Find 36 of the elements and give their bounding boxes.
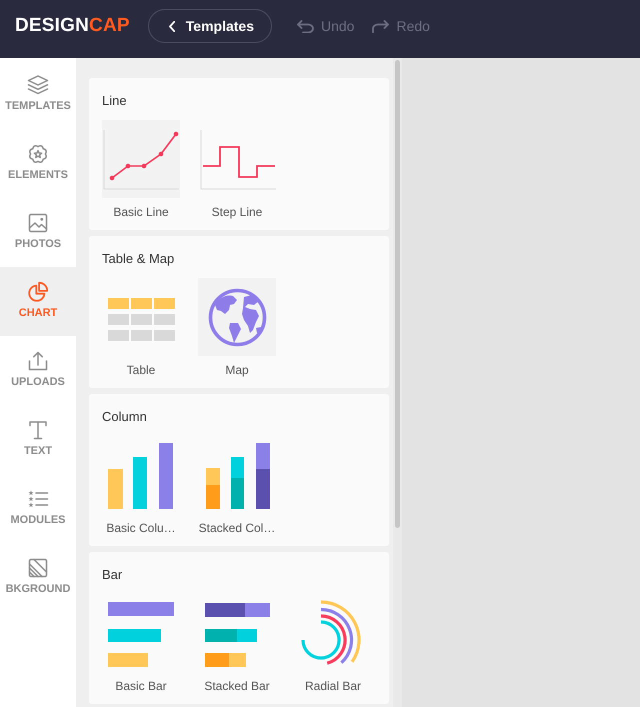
undo-icon [296, 20, 314, 32]
letter-t-icon [27, 419, 49, 441]
section-title: Line [102, 93, 128, 109]
chart-type-button[interactable]: Basic Bar [102, 594, 180, 693]
chart-type-button[interactable]: Stacked Bar [198, 594, 276, 693]
chart-type-button[interactable]: Stacked Col… [198, 436, 276, 535]
logo: DESIGNCAP [15, 15, 130, 37]
chart-type-button[interactable]: Map [198, 278, 276, 377]
hatched-square-icon [27, 557, 49, 579]
chart-type-button[interactable]: Radial Bar [294, 594, 372, 693]
table-grid-icon [108, 298, 175, 341]
line-chart-icon [102, 120, 180, 198]
chart-type-button[interactable]: Table [102, 278, 180, 377]
section-title: Table & Map [102, 251, 176, 267]
stacked-bar-icon [205, 603, 270, 667]
starred-list-icon [27, 488, 49, 510]
stacked-column-icon [206, 443, 270, 509]
scrollbar-thumb[interactable] [395, 60, 400, 528]
chart-type-button[interactable]: Step Line [198, 120, 276, 219]
upload-icon [27, 350, 49, 372]
radial-bar-icon [301, 600, 361, 666]
section-title: Column [102, 409, 148, 425]
section-title: Bar [102, 567, 124, 583]
layers-icon [27, 74, 49, 96]
back-button[interactable]: Templates [148, 9, 272, 43]
globe-icon [198, 278, 276, 356]
pie-chart-icon [27, 281, 49, 303]
bar-chart-icon [108, 602, 174, 667]
chevron-left-icon [168, 20, 175, 32]
column-chart-icon [108, 443, 173, 509]
redo-icon [372, 20, 390, 32]
badge-star-icon [27, 143, 49, 165]
chart-type-button[interactable]: Basic Line [102, 120, 180, 219]
step-line-icon [200, 130, 276, 190]
chart-type-button[interactable]: Basic Colu… [102, 436, 180, 535]
image-icon [27, 212, 49, 234]
